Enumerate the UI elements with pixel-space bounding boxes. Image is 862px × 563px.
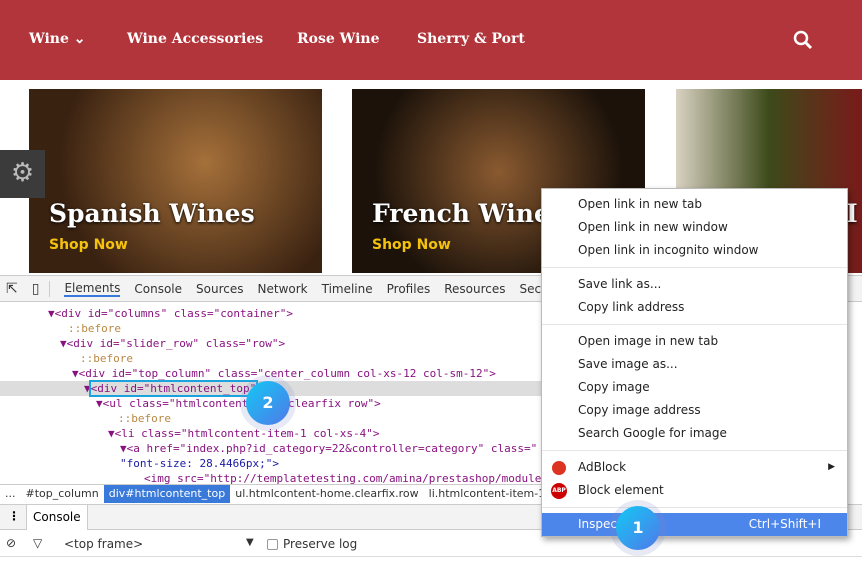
menu-item[interactable]: Open link in new window (542, 216, 847, 239)
nav-rose-wine[interactable]: Rose Wine (297, 31, 380, 47)
tab-timeline[interactable]: Timeline (322, 282, 373, 296)
chevron-down-icon: ⌄ (73, 31, 86, 47)
tab-console[interactable]: Console (134, 282, 182, 296)
divider (542, 324, 847, 325)
dom-node[interactable]: "font-size: 28.4466px;"> (0, 456, 545, 471)
submenu-arrow-icon: ▶ (828, 462, 835, 472)
banner-title: French Wines (372, 199, 564, 228)
filter-icon[interactable]: ▽ (33, 536, 42, 550)
menu-item[interactable]: Save link as... (542, 273, 847, 296)
inspect-cursor-icon[interactable]: ⇱ (6, 281, 18, 297)
menu-item[interactable]: Open link in new tab (542, 193, 847, 216)
dom-node[interactable]: ▼<div id="columns" class="container"> (0, 306, 545, 321)
shop-now-link[interactable]: Shop Now (49, 237, 128, 253)
menu-item[interactable]: Save image as... (542, 353, 847, 376)
adblock-icon (552, 461, 566, 475)
abp-icon: ABP (551, 483, 567, 499)
menu-item[interactable]: Copy link address (542, 296, 847, 319)
tab-profiles[interactable]: Profiles (387, 282, 431, 296)
dom-node[interactable]: ▼<div id="slider_row" class="row"> (0, 336, 545, 351)
nav-label: Wine (29, 31, 69, 47)
breadcrumb-item[interactable]: #top_column (21, 487, 104, 500)
dom-node[interactable]: ▼<div id="top_column" class="center_colu… (0, 366, 545, 381)
site-header: Wine ⌄ Wine Accessories Rose Wine Sherry… (0, 0, 862, 80)
step-badge-2: 2 (246, 381, 290, 425)
tab-resources[interactable]: Resources (444, 282, 505, 296)
menu-item[interactable]: Copy image (542, 376, 847, 399)
dom-node[interactable]: ::before (0, 351, 545, 366)
search-icon[interactable] (793, 30, 813, 50)
preserve-log-checkbox[interactable] (267, 539, 278, 550)
breadcrumb: ... #top_column div#htmlcontent_top ul.h… (0, 484, 592, 503)
device-mode-icon[interactable]: ▯ (32, 280, 51, 297)
clear-console-icon[interactable]: ⊘ (6, 536, 16, 550)
dom-node[interactable]: ▼<li class="htmlcontent-item-1 col-xs-4"… (0, 426, 545, 441)
preserve-log-label: Preserve log (283, 537, 358, 551)
banner-spanish-wines[interactable]: Spanish Wines Shop Now (29, 89, 322, 273)
shop-now-link[interactable]: Shop Now (372, 237, 451, 253)
divider (542, 450, 847, 451)
breadcrumb-item-active[interactable]: div#htmlcontent_top (103, 484, 231, 503)
tab-elements[interactable]: Elements (64, 281, 121, 297)
frame-select[interactable]: <top frame> (64, 537, 143, 551)
tab-sources[interactable]: Sources (196, 282, 243, 296)
context-menu: Open link in new tab Open link in new wi… (541, 188, 848, 537)
breadcrumb-item[interactable]: ... (0, 487, 21, 500)
drawer-tab-console[interactable]: Console (26, 505, 88, 530)
tab-network[interactable]: Network (258, 282, 308, 296)
gear-icon[interactable]: ⚙ (0, 150, 45, 198)
nav-wine[interactable]: Wine ⌄ (29, 31, 86, 47)
menu-item-adblock[interactable]: AdBlock ▶ (542, 456, 847, 479)
menu-item[interactable]: Open image in new tab (542, 330, 847, 353)
menu-item[interactable]: Search Google for image (542, 422, 847, 445)
breadcrumb-item[interactable]: ul.htmlcontent-home.clearfix.row (230, 487, 423, 500)
banner-title: Spanish Wines (49, 199, 255, 228)
step-badge-1: 1 (616, 506, 660, 550)
menu-label: Block element (578, 483, 664, 497)
nav-sherry-port[interactable]: Sherry & Port (417, 31, 525, 47)
menu-label: AdBlock (578, 460, 627, 474)
menu-item-block-element[interactable]: ABP Block element (542, 479, 847, 502)
dropdown-arrow-icon[interactable]: ▼ (246, 537, 254, 548)
menu-item-inspect[interactable]: Inspect Ctrl+Shift+I (542, 513, 847, 536)
dom-node[interactable]: ▼<a href="index.php?id_category=22&contr… (0, 441, 545, 456)
more-icon[interactable]: ⋮ (8, 509, 20, 523)
divider (542, 267, 847, 268)
menu-item[interactable]: Open link in incognito window (542, 239, 847, 262)
shortcut-label: Ctrl+Shift+I (748, 517, 821, 531)
menu-item[interactable]: Copy image address (542, 399, 847, 422)
dom-node[interactable]: ::before (0, 321, 545, 336)
divider (542, 507, 847, 508)
nav-wine-accessories[interactable]: Wine Accessories (127, 31, 263, 47)
